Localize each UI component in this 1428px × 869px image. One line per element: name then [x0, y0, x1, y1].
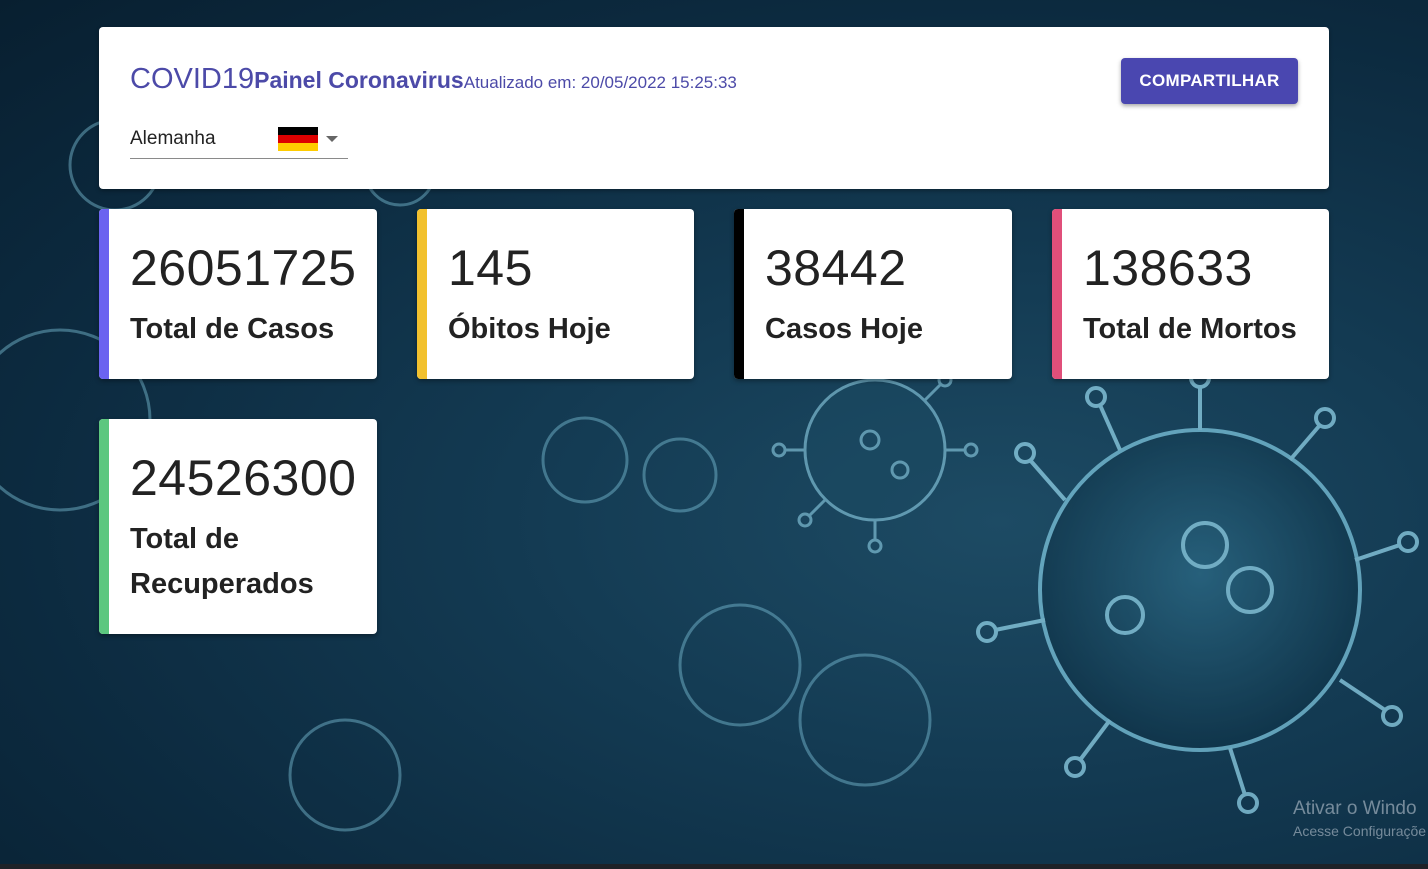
stat-value: 26051725 — [130, 240, 357, 296]
country-select[interactable]: Alemanha — [130, 122, 348, 159]
bottom-border — [0, 864, 1428, 869]
title-row: COVID19Painel CoronavirusAtualizado em: … — [130, 63, 737, 96]
app-subtitle: Painel Coronavirus — [254, 67, 464, 93]
stat-card-total-cases: 26051725 Total de Casos — [99, 209, 377, 379]
stat-card-cases-today: 38442 Casos Hoje — [734, 209, 1012, 379]
stat-card-deaths-today: 145 Óbitos Hoje — [417, 209, 694, 379]
watermark-line-1: Ativar o Windo — [1293, 798, 1417, 819]
share-button[interactable]: COMPARTILHAR — [1121, 58, 1298, 104]
germany-flag-icon — [278, 127, 318, 151]
stat-value: 145 — [448, 240, 533, 296]
stat-card-total-deaths: 138633 Total de Mortos — [1052, 209, 1329, 379]
stat-value: 38442 — [765, 240, 907, 296]
header-card: COVID19Painel CoronavirusAtualizado em: … — [99, 27, 1329, 189]
stat-label: Casos Hoje — [765, 313, 923, 345]
stat-label: Total de Mortos — [1083, 313, 1297, 345]
stat-accent-bar — [417, 209, 427, 379]
chevron-down-icon[interactable] — [326, 136, 338, 142]
app-title: COVID19 — [130, 63, 255, 95]
stat-label: Óbitos Hoje — [448, 313, 611, 345]
stat-label: Total de Casos — [130, 313, 335, 345]
stat-label: Total de Recuperados — [130, 523, 314, 600]
updated-timestamp: Atualizado em: 20/05/2022 15:25:33 — [463, 73, 737, 92]
windows-activation-watermark: Ativar o Windo Acesse Configuraçõe — [1293, 798, 1426, 839]
stat-value: 138633 — [1083, 240, 1253, 296]
stat-accent-bar — [99, 209, 109, 379]
stat-accent-bar — [99, 419, 109, 634]
stat-value: 24526300 — [130, 450, 357, 506]
stat-card-total-recovered: 24526300 Total de Recuperados — [99, 419, 377, 634]
country-select-value: Alemanha — [130, 128, 216, 149]
watermark-line-2: Acesse Configuraçõe — [1293, 823, 1427, 839]
stat-accent-bar — [734, 209, 744, 379]
stat-accent-bar — [1052, 209, 1062, 379]
